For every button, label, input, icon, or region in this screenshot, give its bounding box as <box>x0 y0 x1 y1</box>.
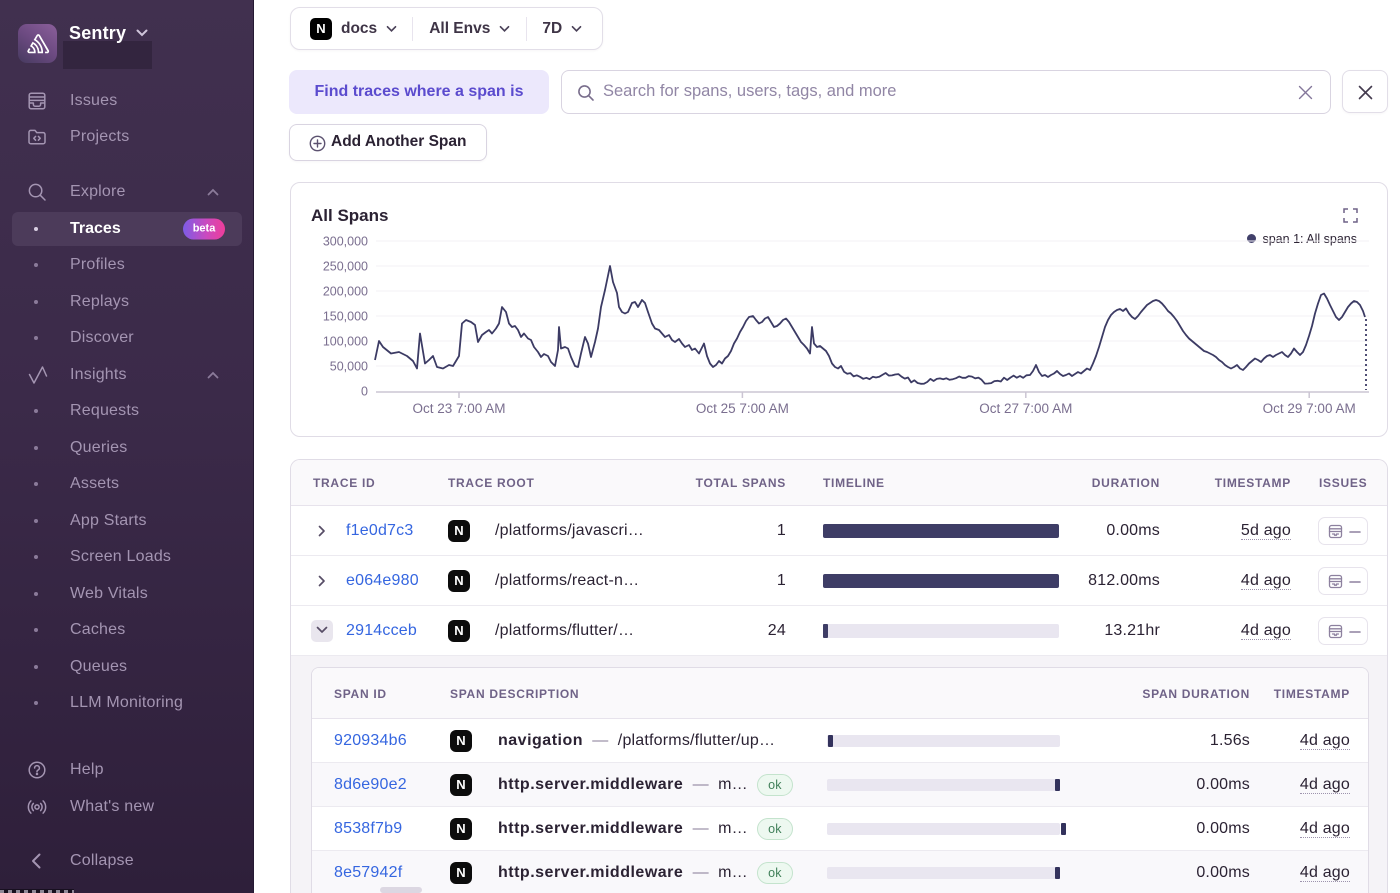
svg-text:Oct 25 7:00 AM: Oct 25 7:00 AM <box>696 401 789 416</box>
svg-text:Oct 27 7:00 AM: Oct 27 7:00 AM <box>979 401 1072 416</box>
svg-text:Oct 23 7:00 AM: Oct 23 7:00 AM <box>412 401 505 416</box>
svg-text:0: 0 <box>361 385 368 399</box>
svg-text:250,000: 250,000 <box>323 260 368 274</box>
svg-text:100,000: 100,000 <box>323 335 368 349</box>
svg-text:50,000: 50,000 <box>330 360 368 374</box>
svg-text:Oct 29 7:00 AM: Oct 29 7:00 AM <box>1263 401 1356 416</box>
svg-text:150,000: 150,000 <box>323 310 368 324</box>
svg-text:300,000: 300,000 <box>323 235 368 249</box>
svg-text:200,000: 200,000 <box>323 285 368 299</box>
